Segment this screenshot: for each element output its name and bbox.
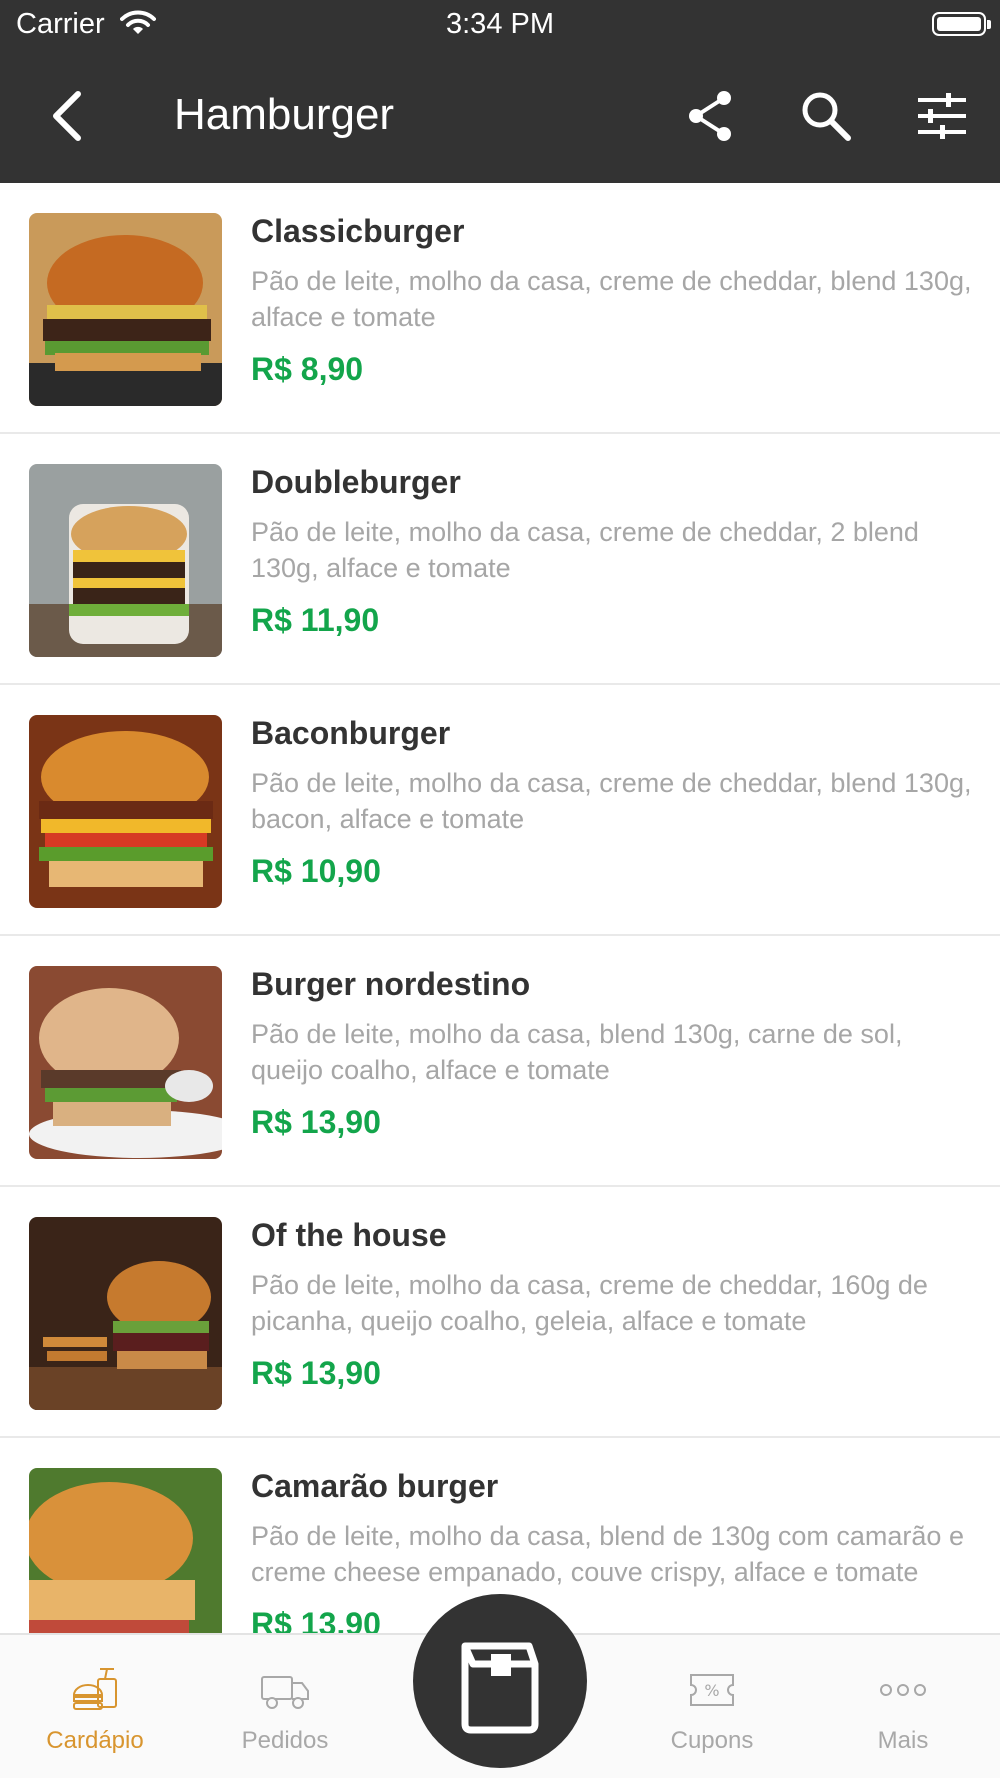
cart-fab-button[interactable] xyxy=(413,1594,587,1768)
item-price: R$ 11,90 xyxy=(251,602,380,638)
status-bar: Carrier 3:34 PM xyxy=(0,0,1000,52)
page-title: Hamburger xyxy=(174,90,395,139)
tab-label: Cardápio xyxy=(46,1727,144,1754)
burger-image xyxy=(29,213,222,406)
tab-cardapio[interactable]: Cardápio xyxy=(0,1635,190,1780)
burger-image xyxy=(29,966,222,1159)
share-icon[interactable] xyxy=(682,88,738,144)
list-item[interactable]: Doubleburger Pão de leite, molho da casa… xyxy=(0,434,1000,685)
sliders-icon[interactable] xyxy=(914,88,970,144)
svg-text:%: % xyxy=(704,1681,719,1700)
tab-mais[interactable]: Mais xyxy=(808,1635,998,1780)
item-name: Doubleburger xyxy=(251,464,461,500)
item-name: Classicburger xyxy=(251,213,465,249)
item-description: Pão de leite, molho da casa, creme de ch… xyxy=(251,768,972,834)
tab-label: Pedidos xyxy=(241,1727,329,1754)
battery-tip xyxy=(987,20,991,29)
item-description: Pão de leite, molho da casa, blend de 13… xyxy=(251,1521,964,1587)
item-price: R$ 10,90 xyxy=(251,853,381,889)
item-name: Of the house xyxy=(251,1217,447,1253)
list-item[interactable]: Burger nordestino Pão de leite, molho da… xyxy=(0,936,1000,1187)
item-description: Pão de leite, molho da casa, creme de ch… xyxy=(251,1270,928,1336)
tab-label: Mais xyxy=(877,1727,929,1754)
item-price: R$ 13,90 xyxy=(251,1606,381,1633)
item-price: R$ 8,90 xyxy=(251,351,364,387)
battery-icon xyxy=(932,12,986,36)
delivery-truck-icon xyxy=(261,1676,309,1709)
item-description: Pão de leite, molho da casa, blend 130g,… xyxy=(251,1019,903,1085)
more-dots-icon xyxy=(880,1684,926,1696)
nav-bar: Hamburger xyxy=(0,60,1000,172)
burger-image xyxy=(29,715,222,908)
tab-cupons[interactable]: % Cupons xyxy=(617,1635,807,1780)
item-price: R$ 13,90 xyxy=(251,1104,381,1140)
list-item[interactable]: Baconburger Pão de leite, molho da casa,… xyxy=(0,685,1000,936)
burger-drink-icon xyxy=(72,1668,117,1710)
burger-image xyxy=(29,464,222,657)
item-price: R$ 13,90 xyxy=(251,1355,381,1391)
coupon-icon: % xyxy=(690,1674,734,1706)
list-item[interactable]: Classicburger Pão de leite, molho da cas… xyxy=(0,183,1000,434)
search-icon[interactable] xyxy=(798,88,854,144)
tab-label: Cupons xyxy=(670,1727,754,1754)
burger-image xyxy=(29,1468,222,1633)
shopping-bag-icon xyxy=(461,1642,539,1734)
burger-image xyxy=(29,1217,222,1410)
item-description: Pão de leite, molho da casa, creme de ch… xyxy=(251,266,972,332)
tab-pedidos[interactable]: Pedidos xyxy=(190,1635,380,1780)
item-name: Camarão burger xyxy=(251,1468,499,1504)
product-list: Classicburger Pão de leite, molho da cas… xyxy=(0,183,1000,1633)
item-name: Burger nordestino xyxy=(251,966,531,1002)
item-description: Pão de leite, molho da casa, creme de ch… xyxy=(251,517,919,583)
list-item[interactable]: Of the house Pão de leite, molho da casa… xyxy=(0,1187,1000,1438)
status-time: 3:34 PM xyxy=(446,8,554,40)
chevron-left-icon[interactable] xyxy=(38,86,98,146)
app-header: Carrier 3:34 PM Hamburger xyxy=(0,0,1000,183)
item-name: Baconburger xyxy=(251,715,451,751)
